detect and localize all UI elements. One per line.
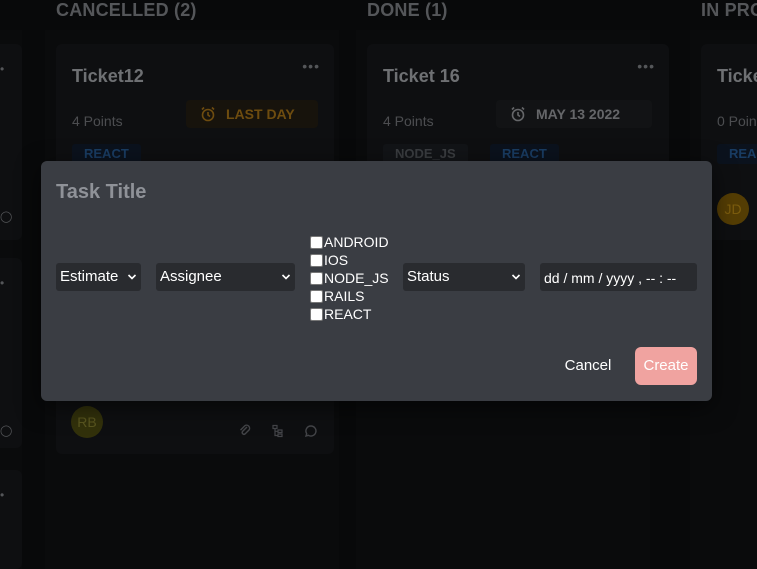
tag-checkbox-group: ANDROID IOS NODE_JS RAILS REACT [310,233,389,323]
tag-option-label: RAILS [324,288,365,304]
due-date-placeholder: dd / mm / yyyy , -- : -- [544,270,677,286]
tag-option-label: REACT [324,306,372,322]
cancel-button[interactable]: Cancel [556,347,620,385]
create-task-modal: Estimate Assignee ANDROID IOS NODE_JS RA… [41,161,712,401]
checkbox[interactable] [310,289,323,303]
tag-option-node-js[interactable]: NODE_JS [310,269,389,287]
checkbox[interactable] [310,307,323,321]
tag-option-label: ANDROID [324,234,389,250]
checkbox[interactable] [310,253,323,267]
tag-option-android[interactable]: ANDROID [310,233,389,251]
chevron-down-icon [281,274,291,280]
checkbox[interactable] [310,271,323,285]
tag-option-label: NODE_JS [324,270,389,286]
tag-option-ios[interactable]: IOS [310,251,389,269]
chevron-down-icon [127,274,137,280]
status-select-label: Status [407,268,450,285]
estimate-select[interactable]: Estimate [56,263,141,291]
assignee-select-label: Assignee [160,268,222,285]
estimate-select-label: Estimate [60,268,119,285]
chevron-down-icon [511,274,521,280]
assignee-select[interactable]: Assignee [156,263,295,291]
tag-option-label: IOS [324,252,349,268]
create-button[interactable]: Create [635,347,697,385]
status-select[interactable]: Status [403,263,525,291]
task-title-input[interactable] [56,179,676,205]
due-date-input[interactable]: dd / mm / yyyy , -- : -- [540,263,697,291]
tag-option-rails[interactable]: RAILS [310,287,389,305]
checkbox[interactable] [310,235,323,249]
tag-option-react[interactable]: REACT [310,305,389,323]
